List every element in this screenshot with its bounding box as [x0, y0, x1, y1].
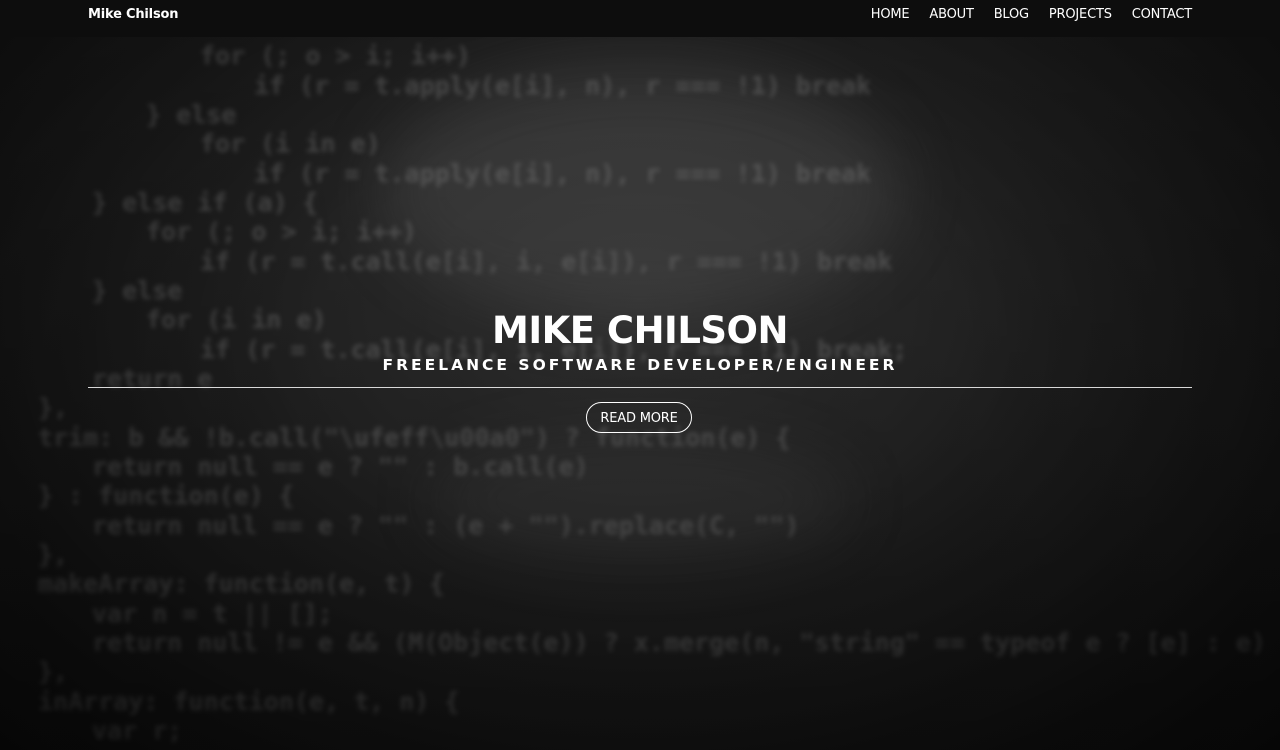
hero-title: MIKE CHILSON — [492, 309, 788, 352]
nav-link-projects[interactable]: PROJECTS — [1049, 7, 1112, 23]
nav-link-about[interactable]: ABOUT — [929, 7, 973, 23]
nav-link-contact[interactable]: CONTACT — [1132, 7, 1192, 23]
nav-link-blog[interactable]: BLOG — [994, 7, 1029, 23]
hero-section: MIKE CHILSON FREELANCE SOFTWARE DEVELOPE… — [0, 0, 1280, 750]
nav-links: HOME ABOUT BLOG PROJECTS CONTACT — [871, 7, 1192, 23]
read-more-button[interactable]: READ MORE — [586, 402, 692, 433]
page: for (; o > i; i++) if (r = t.apply(e[i],… — [0, 0, 1280, 750]
hero-subtitle: FREELANCE SOFTWARE DEVELOPER/ENGINEER — [382, 356, 898, 374]
brand-link[interactable]: Mike Chilson — [88, 7, 178, 23]
navbar: Mike Chilson HOME ABOUT BLOG PROJECTS CO… — [0, 0, 1280, 37]
hero-divider — [88, 387, 1192, 388]
nav-link-home[interactable]: HOME — [871, 7, 910, 23]
